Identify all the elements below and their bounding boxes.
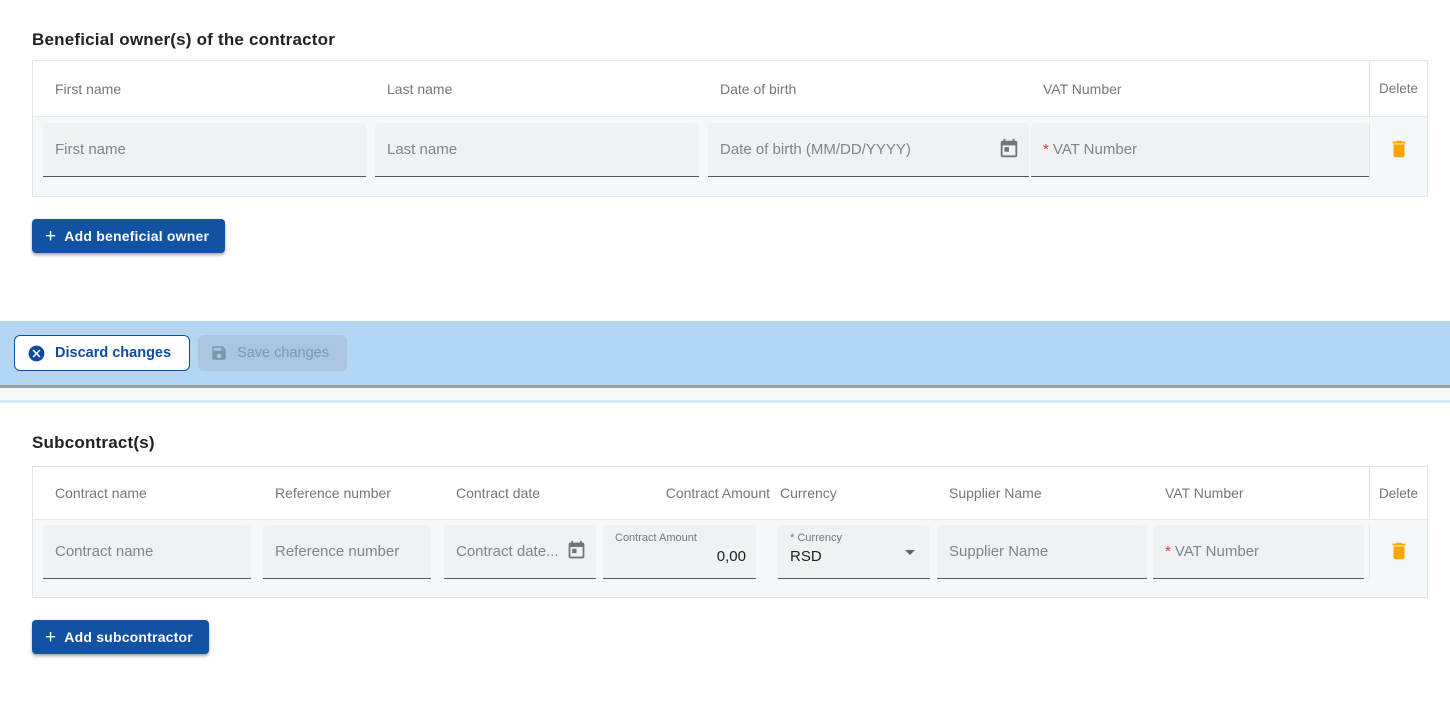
- column-header-first-name: First name: [43, 61, 375, 116]
- required-asterisk: *: [790, 532, 794, 544]
- add-subcontractor-label: Add subcontractor: [64, 629, 193, 645]
- reference-number-input[interactable]: [263, 525, 431, 578]
- column-header-vat-number: VAT Number: [1031, 61, 1369, 116]
- subcontracts-table: Contract name Reference number Contract …: [32, 466, 1428, 598]
- subcontracts-title: Subcontract(s): [32, 433, 1428, 453]
- column-header-supplier-name: Supplier Name: [937, 467, 1153, 519]
- date-of-birth-field: [708, 123, 1029, 177]
- supplier-name-field: [937, 525, 1147, 579]
- add-beneficial-owner-button[interactable]: + Add beneficial owner: [32, 219, 225, 253]
- vat-number-input[interactable]: [1053, 123, 1369, 176]
- column-header-contract-date: Contract date: [444, 467, 603, 519]
- beneficial-owner-row: *: [33, 116, 1427, 196]
- column-header-date-of-birth: Date of birth: [708, 61, 1031, 116]
- supplier-name-input[interactable]: [937, 525, 1147, 578]
- contract-amount-field-label: Contract Amount: [615, 532, 746, 544]
- contract-date-datepicker-button[interactable]: [564, 540, 588, 564]
- contract-amount-field: Contract Amount: [603, 525, 756, 579]
- contract-name-field: [43, 525, 251, 579]
- vat-number-field: *: [1031, 123, 1369, 177]
- discard-changes-label: Discard changes: [55, 345, 171, 361]
- first-name-input[interactable]: [43, 123, 366, 176]
- unsaved-changes-banner: Discard changes Save changes: [0, 321, 1450, 385]
- contract-date-field: [444, 525, 596, 579]
- trash-icon: [1388, 148, 1410, 163]
- trash-icon: [1388, 550, 1410, 565]
- plus-icon: +: [45, 628, 56, 647]
- contract-amount-input[interactable]: [615, 548, 746, 565]
- beneficial-owners-title: Beneficial owner(s) of the contractor: [32, 30, 1428, 50]
- column-header-vat-number: VAT Number: [1153, 467, 1369, 519]
- column-header-currency: Currency: [778, 467, 937, 519]
- column-header-reference-number: Reference number: [263, 467, 444, 519]
- cancel-icon: [27, 344, 46, 363]
- calendar-icon: [998, 148, 1020, 163]
- required-asterisk: *: [1153, 543, 1171, 560]
- last-name-field: [375, 123, 699, 177]
- subcontract-row: Contract Amount * Currency RSD: [33, 519, 1427, 597]
- date-of-birth-datepicker-button[interactable]: [997, 138, 1021, 162]
- vat-number-input[interactable]: [1175, 525, 1364, 578]
- delete-row-button[interactable]: [1387, 138, 1411, 162]
- contract-name-input[interactable]: [43, 525, 251, 578]
- save-icon: [210, 344, 228, 362]
- subcontracts-section: Subcontract(s) Contract name Reference n…: [0, 403, 1450, 654]
- date-of-birth-input[interactable]: [708, 123, 1029, 176]
- discard-changes-button[interactable]: Discard changes: [14, 335, 190, 371]
- required-asterisk: *: [1031, 141, 1049, 158]
- subcontracts-table-header: Contract name Reference number Contract …: [33, 467, 1427, 519]
- divider-strip: [0, 388, 1450, 400]
- vat-number-field: *: [1153, 525, 1364, 579]
- add-beneficial-owner-label: Add beneficial owner: [64, 228, 209, 244]
- column-header-last-name: Last name: [375, 61, 708, 116]
- reference-number-field: [263, 525, 431, 579]
- beneficial-owners-table: First name Last name Date of birth VAT N…: [32, 60, 1428, 197]
- column-header-delete: Delete: [1369, 467, 1427, 519]
- save-changes-button-disabled[interactable]: Save changes: [198, 335, 347, 371]
- beneficial-owners-section: Beneficial owner(s) of the contractor Fi…: [0, 0, 1450, 253]
- add-subcontractor-button[interactable]: + Add subcontractor: [32, 620, 209, 654]
- column-header-contract-amount: Contract Amount: [603, 467, 778, 519]
- save-changes-label: Save changes: [237, 345, 329, 361]
- column-header-delete: Delete: [1369, 61, 1427, 116]
- beneficial-owners-table-header: First name Last name Date of birth VAT N…: [33, 61, 1427, 116]
- column-header-contract-name: Contract name: [43, 467, 263, 519]
- chevron-down-icon: [898, 540, 922, 564]
- calendar-icon: [566, 549, 587, 564]
- currency-select[interactable]: * Currency RSD: [778, 525, 930, 579]
- plus-icon: +: [45, 227, 56, 246]
- delete-row-button[interactable]: [1387, 540, 1411, 564]
- last-name-input[interactable]: [375, 123, 699, 176]
- first-name-field: [43, 123, 366, 177]
